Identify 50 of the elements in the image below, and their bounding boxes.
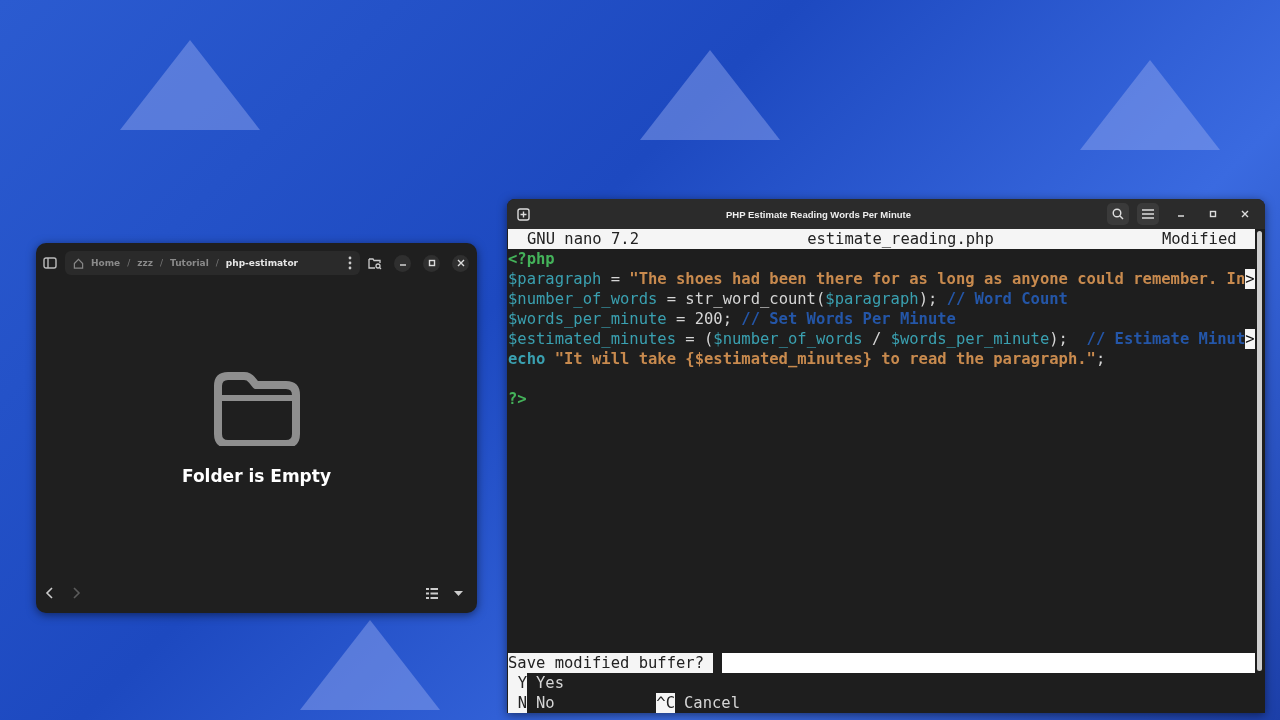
maximize-icon [1209,210,1217,218]
code-line: <?php [508,249,556,269]
folder-icon [213,372,300,446]
prompt-input-field[interactable] [722,653,1255,673]
overflow-marker: > [1245,269,1255,289]
breadcrumb[interactable]: Home [91,258,121,268]
path-separator: / [159,258,163,268]
sidebar-toggle-icon[interactable] [43,257,57,269]
menu-button[interactable] [1137,203,1159,225]
file-name: estimate_reading.php [807,229,994,249]
nano-version: GNU nano 7.2 [527,229,639,249]
back-icon[interactable] [45,586,55,600]
shortcut-key: N [508,693,527,713]
overflow-marker: > [1245,329,1255,349]
breadcrumb[interactable]: php-estimator [225,258,299,268]
maximize-button[interactable] [423,254,440,272]
folder-search-icon[interactable] [368,256,382,270]
code-line: ?> [508,389,528,409]
code-line: echo "It will take {$estimated_minutes} to read the paragraph."; [508,349,1107,369]
code-line: $words_per_minute = 200; // Set Words Per Minute [508,309,957,329]
path-separator: / [215,258,219,268]
shortcut-key: ^C [656,693,675,713]
code-line: $estimated_minutes = ($number_of_words / $words_per_minute); // Estimate Minut [508,329,1246,349]
breadcrumb[interactable]: Tutorial [170,258,209,268]
close-icon [456,259,465,267]
more-options-icon[interactable] [348,256,352,270]
code-line: $number_of_words = str_word_count($paragraph); // Word Count [508,289,1069,309]
close-icon [1241,210,1249,218]
new-tab-icon[interactable] [517,207,530,221]
search-icon [1112,208,1124,220]
list-view-icon[interactable] [426,587,438,599]
dropdown-caret-icon[interactable] [454,590,463,596]
close-button[interactable] [452,254,469,272]
home-icon [73,257,84,269]
prompt-question: Save modified buffer? [508,653,714,673]
modified-status: Modified [1161,229,1237,249]
menu-icon [1142,209,1154,219]
minimize-button[interactable] [394,254,411,272]
shortcut-label: No [535,693,555,713]
search-button[interactable] [1107,203,1129,225]
scrollbar-thumb[interactable] [1256,231,1262,671]
shortcut-label: Yes [535,673,564,693]
path-separator: / [127,258,131,268]
empty-folder-message: Folder is Empty [182,466,331,486]
window-title: PHP Estimate Reading Words Per Minute [725,208,912,220]
breadcrumb[interactable]: zzz [137,258,153,268]
maximize-icon [427,259,436,267]
shortcut-label: Cancel [683,693,740,713]
shortcut-key: Y [508,673,527,693]
code-line: $paragraph = "The shoes had been there for as long as anyone could remember. In [508,269,1246,289]
